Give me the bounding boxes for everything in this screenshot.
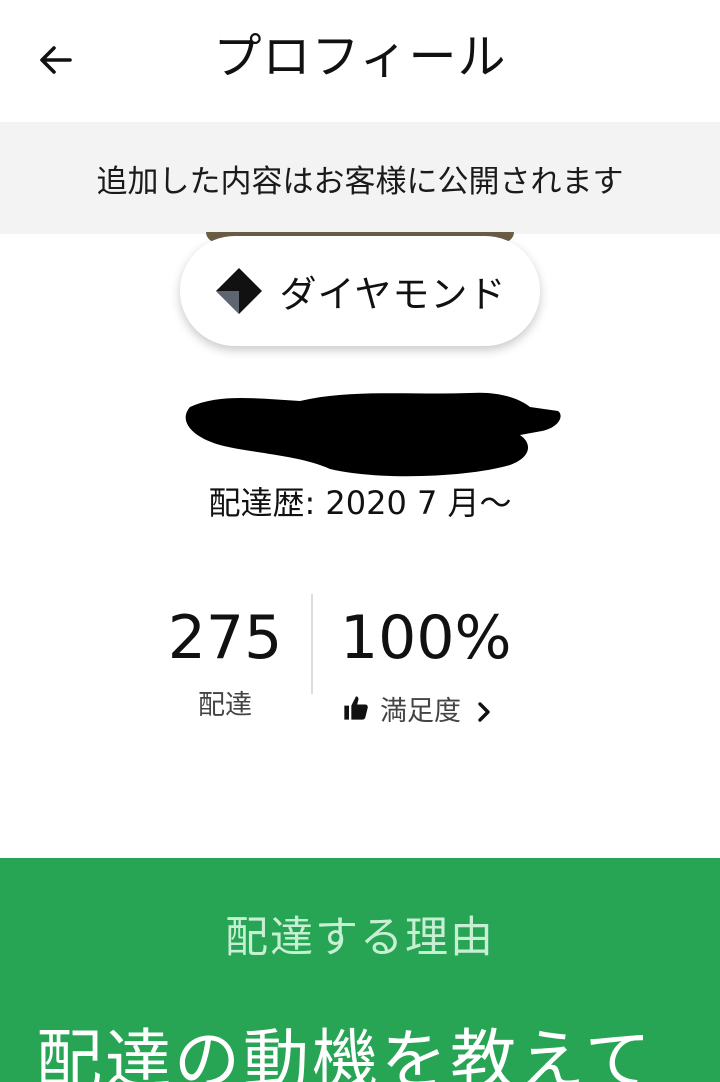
delivery-reason-section: 配達する理由 配達の動機を教えて xyxy=(0,858,720,1082)
satisfaction-label: 満足度 xyxy=(380,696,461,727)
diamond-icon xyxy=(215,268,262,314)
redacted-name xyxy=(185,392,561,477)
reason-subtitle: 配達する理由 xyxy=(225,913,495,963)
app-header: プロフィール xyxy=(0,0,720,122)
thumbs-up-icon xyxy=(344,696,368,720)
public-notice-banner: 追加した内容はお客様に公開されます xyxy=(0,122,720,234)
tier-label: ダイヤモンド xyxy=(279,273,507,316)
satisfaction-value: 100% xyxy=(340,603,512,673)
profile-screen: プロフィール 追加した内容はお客様に公開されます ダイヤモンド 配達歴: 202… xyxy=(0,0,720,1082)
satisfaction-link[interactable]: 満足度 xyxy=(380,690,493,734)
chevron-right-icon xyxy=(478,702,490,722)
tier-badge[interactable]: ダイヤモンド xyxy=(180,236,540,346)
stats-divider xyxy=(311,594,313,694)
page-title: プロフィール xyxy=(213,29,507,85)
deliveries-count: 275 xyxy=(167,603,283,673)
deliveries-label: 配達 xyxy=(198,690,252,721)
delivery-since-text: 配達歴: 2020 7 月〜 xyxy=(208,484,512,522)
public-notice-text: 追加した内容はお客様に公開されます xyxy=(96,163,624,200)
reason-heading: 配達の動機を教えて xyxy=(36,1022,654,1082)
